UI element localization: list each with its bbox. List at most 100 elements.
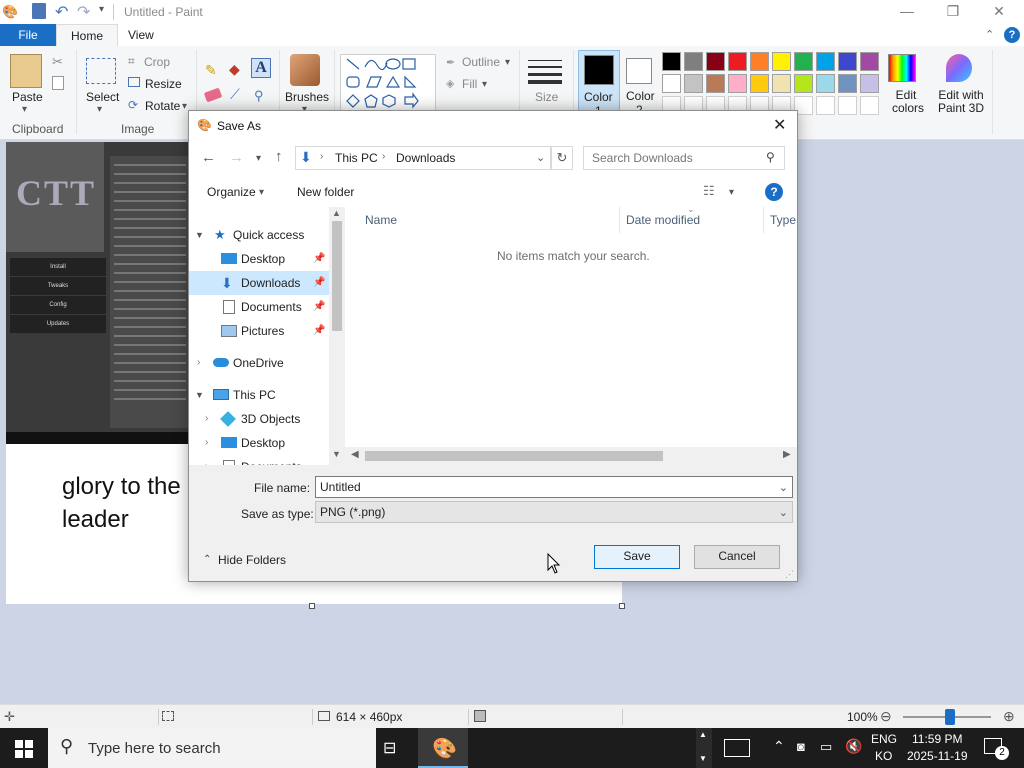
crop-icon[interactable]: ⌗	[128, 54, 135, 69]
tab-view[interactable]: View	[114, 24, 168, 46]
cut-icon[interactable]: ✂	[52, 54, 63, 70]
magnifier-icon[interactable]: ⚲	[254, 88, 264, 104]
network-icon[interactable]: ▭	[820, 739, 832, 755]
paste-button[interactable]: Paste	[12, 90, 43, 104]
chevron-up-icon[interactable]: ▲	[699, 730, 707, 739]
resize-handle-corner[interactable]	[619, 603, 625, 609]
brushes-icon[interactable]	[290, 54, 320, 86]
clock-date[interactable]: 2025-11-19	[907, 749, 968, 763]
address-dropdown-icon[interactable]: ⌄	[536, 151, 545, 164]
paint3d-icon[interactable]	[946, 54, 972, 82]
column-divider[interactable]	[619, 207, 620, 233]
customize-toolbar-icon[interactable]: ▾	[99, 4, 104, 15]
palette-swatch[interactable]	[684, 52, 703, 71]
nav-documents[interactable]: Documents 📌	[189, 295, 329, 319]
column-type[interactable]: Type	[770, 213, 796, 227]
palette-swatch[interactable]	[684, 74, 703, 93]
outline-dropdown-icon[interactable]: ▾	[505, 57, 510, 68]
file-name-field[interactable]: Untitled ⌄	[315, 476, 793, 498]
save-button[interactable]: Save	[594, 545, 680, 569]
edit-paint3d-button[interactable]: Edit with Paint 3D	[935, 89, 987, 115]
palette-swatch[interactable]	[838, 74, 857, 93]
collapse-chevron-icon[interactable]: ▼	[195, 223, 204, 247]
taskbar-scroll[interactable]: ▲ ▼	[696, 728, 712, 768]
fill-button[interactable]: Fill	[462, 77, 477, 91]
palette-swatch[interactable]	[860, 52, 879, 71]
task-view-icon[interactable]: ⊟	[383, 738, 396, 758]
hide-folders-chevron-icon[interactable]: ⌃	[203, 554, 211, 565]
search-icon[interactable]: ⚲	[766, 150, 775, 164]
color-picker-icon[interactable]: ⟋	[230, 86, 240, 103]
zoom-in-icon[interactable]: ⊕	[1003, 708, 1015, 725]
palette-swatch[interactable]	[794, 52, 813, 71]
palette-swatch[interactable]	[750, 74, 769, 93]
palette-swatch[interactable]	[706, 52, 725, 71]
nav-3d-objects[interactable]: › 3D Objects	[189, 407, 329, 431]
color2-swatch[interactable]	[626, 58, 652, 84]
palette-swatch[interactable]	[706, 74, 725, 93]
palette-swatch[interactable]	[838, 52, 857, 71]
palette-swatch[interactable]	[838, 96, 857, 115]
language-secondary[interactable]: KO	[875, 749, 892, 763]
search-box[interactable]: Search Downloads ⚲	[583, 146, 785, 170]
scroll-right-icon[interactable]: ▶	[783, 449, 791, 460]
view-dropdown-icon[interactable]: ▾	[729, 187, 734, 198]
palette-swatch[interactable]	[860, 74, 879, 93]
palette-swatch[interactable]	[794, 74, 813, 93]
nav-this-pc[interactable]: ▼ This PC	[189, 383, 329, 407]
language-primary[interactable]: ENG	[871, 732, 897, 746]
text-tool-icon[interactable]: A	[251, 58, 271, 78]
expand-chevron-icon[interactable]: ›	[205, 455, 208, 465]
taskbar-search-input[interactable]: Type here to search	[88, 740, 221, 757]
zoom-slider-thumb[interactable]	[945, 709, 955, 725]
paste-icon[interactable]	[10, 54, 42, 88]
fill-dropdown-icon[interactable]: ▾	[482, 79, 487, 90]
ribbon-collapse-icon[interactable]: ⌃	[985, 28, 994, 41]
dialog-help-icon[interactable]: ?	[765, 183, 783, 201]
copy-icon[interactable]	[52, 76, 64, 90]
pencil-icon[interactable]: ✎	[205, 62, 217, 79]
minimize-button[interactable]: —	[884, 0, 930, 24]
expand-chevron-icon[interactable]: ›	[197, 351, 200, 375]
palette-swatch[interactable]	[816, 96, 835, 115]
taskbar-search[interactable]: ⚲ Type here to search	[48, 728, 376, 768]
refresh-icon[interactable]: ↻	[551, 146, 573, 170]
scroll-thumb[interactable]	[332, 221, 342, 331]
outline-button[interactable]: Outline	[462, 55, 500, 69]
view-options-icon[interactable]: ☷	[703, 183, 715, 199]
palette-swatch[interactable]	[662, 74, 681, 93]
nav-onedrive[interactable]: › OneDrive	[189, 351, 329, 375]
brushes-button[interactable]: Brushes	[285, 90, 329, 104]
column-divider[interactable]	[763, 207, 764, 233]
keyboard-icon[interactable]	[724, 739, 750, 757]
close-button[interactable]: ✕	[976, 0, 1022, 24]
recent-locations-icon[interactable]: ▾	[256, 153, 261, 164]
palette-swatch[interactable]	[772, 52, 791, 71]
organize-dropdown-icon[interactable]: ▾	[259, 187, 264, 198]
select-dropdown-icon[interactable]: ▾	[97, 104, 102, 115]
breadcrumb-downloads[interactable]: Downloads	[396, 151, 455, 165]
rotate-dropdown-icon[interactable]: ▾	[182, 101, 187, 112]
chevron-down-icon[interactable]: ▼	[699, 754, 707, 763]
new-folder-button[interactable]: New folder	[297, 185, 354, 199]
undo-icon[interactable]: ↶	[55, 2, 68, 22]
up-arrow-icon[interactable]: ↑	[275, 148, 283, 165]
meet-now-icon[interactable]: ◙	[797, 739, 805, 754]
resize-handle-bottom[interactable]	[309, 603, 315, 609]
start-button[interactable]	[15, 740, 33, 758]
nav-pictures[interactable]: Pictures 📌	[189, 319, 329, 343]
nav-downloads[interactable]: ⬇ Downloads 📌	[189, 271, 329, 295]
rotate-button[interactable]: Rotate	[145, 99, 180, 113]
edit-colors-icon[interactable]	[888, 54, 916, 82]
maximize-button[interactable]: ❐	[930, 0, 976, 24]
save-quick-icon[interactable]	[32, 3, 46, 19]
palette-swatch[interactable]	[728, 74, 747, 93]
back-arrow-icon[interactable]: ←	[201, 149, 216, 166]
paste-dropdown-icon[interactable]: ▾	[22, 104, 27, 115]
horizontal-scrollbar[interactable]: ◀ ▶	[345, 447, 797, 465]
scroll-up-icon[interactable]: ▲	[332, 208, 341, 218]
palette-swatch[interactable]	[662, 52, 681, 71]
search-input[interactable]: Search Downloads	[592, 151, 693, 165]
palette-swatch[interactable]	[816, 52, 835, 71]
size-button[interactable]: Size	[535, 90, 558, 104]
